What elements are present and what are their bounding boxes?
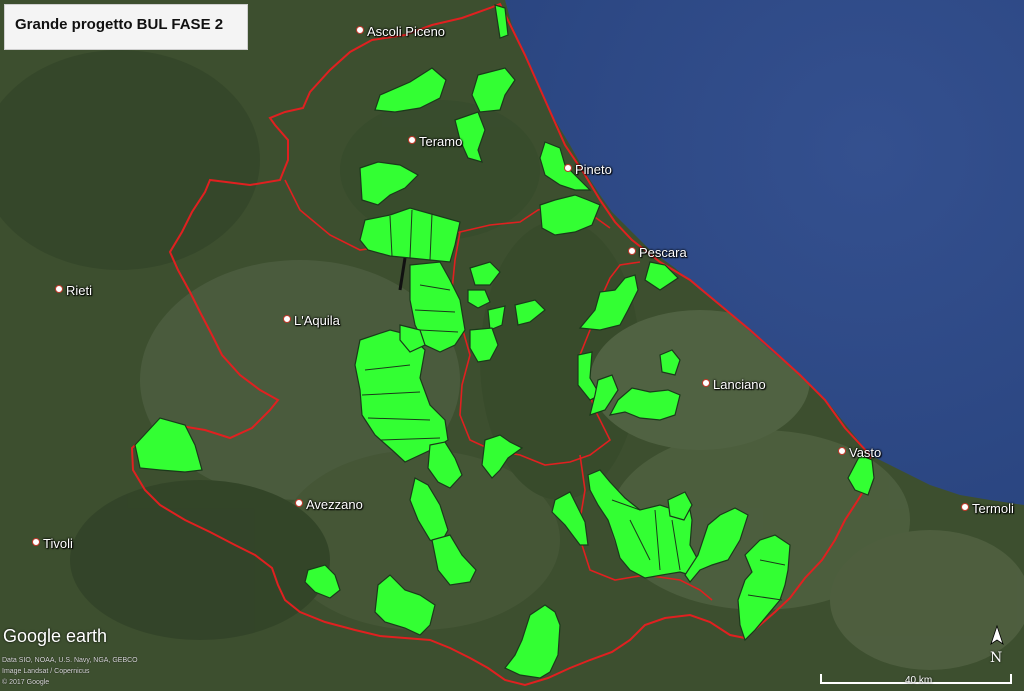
scale-label: 40 km (905, 675, 933, 686)
place-label: Rieti (66, 283, 93, 298)
place-label: Avezzano (306, 497, 363, 512)
place-pin-icon (295, 499, 303, 507)
place-pineto[interactable]: Pineto (564, 162, 612, 177)
credit-line: Data SIO, NOAA, U.S. Navy, NGA, GEBCO (2, 657, 138, 664)
place-vasto[interactable]: Vasto (838, 445, 881, 460)
map-canvas[interactable] (0, 0, 1024, 691)
place-label: Pineto (575, 162, 612, 177)
place-label: Pescara (639, 245, 687, 260)
credit-line: © 2017 Google (2, 679, 50, 686)
place-avezzano[interactable]: Avezzano (295, 497, 363, 512)
place-pin-icon (408, 136, 416, 144)
place-pin-icon (55, 285, 63, 293)
place-pin-icon (32, 538, 40, 546)
place-label: Vasto (849, 445, 882, 460)
place-laquila[interactable]: L'Aquila (283, 313, 340, 328)
place-lanciano[interactable]: Lanciano (702, 377, 766, 392)
place-pin-icon (564, 164, 572, 172)
place-label: Lanciano (713, 377, 766, 392)
place-ascoli-piceno[interactable]: Ascoli Piceno (356, 24, 445, 39)
imagery-credits: Data SIO, NOAA, U.S. Navy, NGA, GEBCO Im… (2, 655, 138, 688)
north-label: N (990, 650, 1003, 666)
place-label: Ascoli Piceno (367, 24, 446, 39)
credit-line: Image Landsat / Copernicus (2, 668, 90, 675)
place-tivoli[interactable]: Tivoli (32, 536, 73, 551)
place-label: Teramo (419, 134, 463, 149)
place-pin-icon (702, 379, 710, 387)
map-title: Grande progetto BUL FASE 2 (15, 16, 224, 33)
place-pin-icon (283, 315, 291, 323)
place-pin-icon (838, 447, 846, 455)
place-label: Tivoli (43, 536, 73, 551)
place-pin-icon (961, 503, 969, 511)
place-label: L'Aquila (294, 313, 340, 328)
place-pin-icon (628, 247, 636, 255)
place-label: Termoli (972, 501, 1014, 516)
place-termoli[interactable]: Termoli (961, 501, 1014, 516)
google-earth-logo: Google earth (3, 626, 108, 646)
place-pin-icon (356, 26, 364, 34)
map-title-panel: Grande progetto BUL FASE 2 (4, 4, 248, 50)
place-pescara[interactable]: Pescara (628, 245, 687, 260)
place-teramo[interactable]: Teramo (408, 134, 462, 149)
place-rieti[interactable]: Rieti (55, 283, 92, 298)
